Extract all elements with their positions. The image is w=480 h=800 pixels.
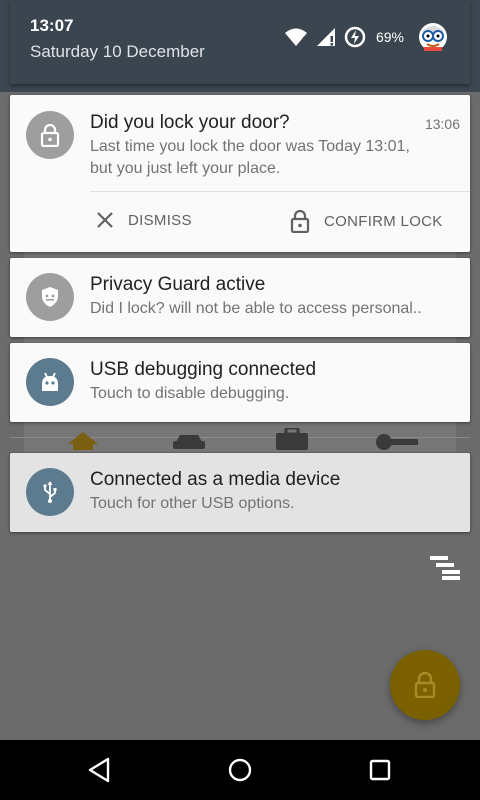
- bag-category-icon: [276, 428, 308, 450]
- lock-icon: [40, 123, 60, 147]
- recents-icon[interactable]: [366, 756, 394, 784]
- dismiss-label: DISMISS: [128, 211, 192, 229]
- notification-media-device[interactable]: Connected as a media device Touch for ot…: [10, 453, 470, 532]
- wifi-icon: [284, 28, 307, 47]
- notification-text: Did I lock? will not be able to access p…: [90, 300, 422, 317]
- confirm-lock-label: CONFIRM LOCK: [324, 212, 443, 230]
- notification-icon: [26, 358, 74, 406]
- close-icon: [97, 212, 113, 228]
- confirm-lock-button[interactable]: CONFIRM LOCK: [290, 209, 443, 233]
- battery-saver-icon: [344, 26, 366, 48]
- notification-icon: [26, 111, 74, 159]
- notification-shade-header: 13:07 Saturday 10 December 69%: [10, 0, 470, 84]
- notification-text: Touch for other USB options.: [90, 495, 295, 512]
- back-icon[interactable]: [86, 756, 114, 784]
- lock-icon: [414, 672, 436, 698]
- collapse-icon[interactable]: [428, 556, 460, 580]
- usb-icon: [43, 481, 57, 503]
- notification-title: Connected as a media device: [90, 469, 341, 490]
- notification-icon: [26, 273, 74, 321]
- dismiss-button[interactable]: DISMISS: [96, 211, 192, 229]
- home-category-icon: [68, 432, 98, 450]
- divider: [90, 191, 470, 192]
- car-category-icon: [173, 435, 205, 449]
- cell-signal-icon: [316, 28, 335, 46]
- notification-privacy-guard[interactable]: Privacy Guard active Did I lock? will no…: [10, 258, 470, 337]
- date-label: Saturday 10 December: [30, 42, 205, 61]
- notification-door-lock[interactable]: Did you lock your door? 13:06 Last time …: [10, 95, 470, 252]
- notification-usb-debugging[interactable]: USB debugging connected Touch to disable…: [10, 343, 470, 422]
- android-debug-icon: [42, 372, 58, 391]
- lock-fab-button[interactable]: [390, 650, 460, 720]
- navigation-bar: [0, 740, 480, 800]
- key-category-icon: [376, 434, 418, 450]
- notification-text: Last time you lock the door was Today 13…: [90, 138, 410, 155]
- avatar[interactable]: [418, 22, 448, 52]
- notification-title: Privacy Guard active: [90, 274, 266, 295]
- home-icon[interactable]: [226, 756, 254, 784]
- clock: 13:07: [30, 16, 74, 35]
- status-icons: 69%: [284, 22, 448, 52]
- battery-percent: 69%: [375, 29, 404, 45]
- notification-title: USB debugging connected: [90, 359, 317, 380]
- privacy-guard-icon: [42, 287, 58, 307]
- notification-title: Did you lock your door?: [90, 112, 290, 133]
- lock-icon: [290, 209, 310, 233]
- notification-text: but you just left your place.: [90, 160, 281, 177]
- notification-icon: [26, 468, 74, 516]
- notification-text: Touch to disable debugging.: [90, 385, 290, 402]
- notification-time: 13:06: [424, 116, 460, 132]
